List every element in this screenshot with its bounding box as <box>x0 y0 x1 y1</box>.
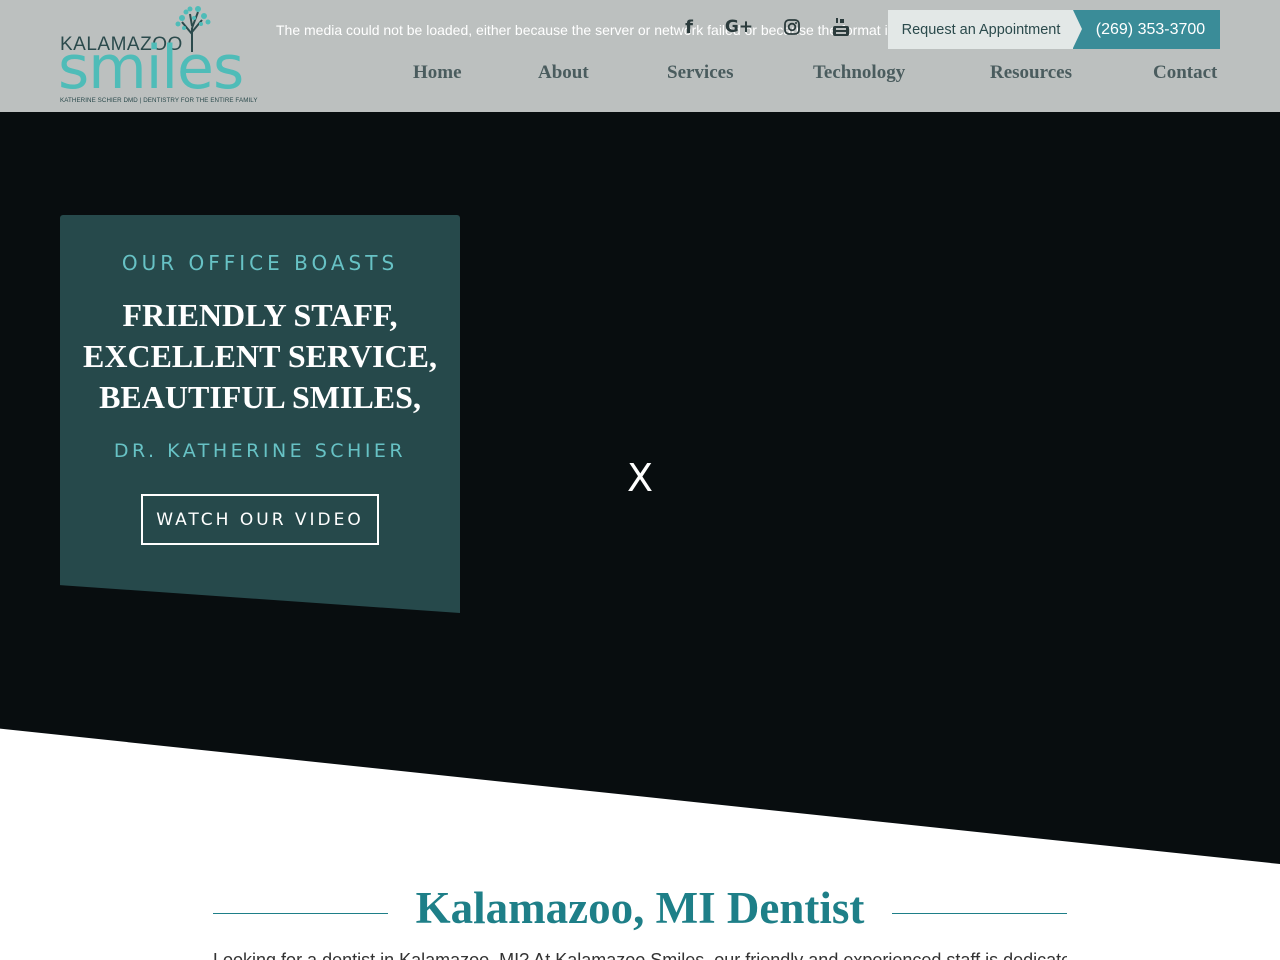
hero-doctor-name: DR. KATHERINE SCHIER <box>113 440 407 462</box>
youtube-icon[interactable] <box>832 16 850 38</box>
facebook-icon[interactable]: f <box>680 16 698 38</box>
hero-headline-line: FRIENDLY STAFF, <box>122 297 398 333</box>
nav-item-services[interactable]: Services <box>667 62 733 88</box>
nav-item-technology[interactable]: Technology <box>813 62 905 88</box>
site-header: KALAMAZOO smiles KATHERINE SCHIER DMD | … <box>0 0 1280 112</box>
hero-headline: FRIENDLY STAFF, EXCELLENT SERVICE, BEAUT… <box>60 295 460 418</box>
section-title: Kalamazoo, MI Dentist <box>415 883 865 933</box>
hero-eyebrow: OUR OFFICE BOASTS <box>121 251 399 275</box>
title-rule-right <box>892 913 1067 914</box>
instagram-glyph <box>784 19 800 35</box>
google-plus-icon[interactable]: G+ <box>725 16 753 38</box>
hero-headline-line: BEAUTIFUL SMILES, <box>99 379 421 415</box>
nav-item-home[interactable]: Home <box>413 62 462 88</box>
hero-card: OUR OFFICE BOASTS FRIENDLY STAFF, EXCELL… <box>60 215 460 613</box>
youtube-glyph <box>833 18 849 36</box>
title-rule-left <box>213 913 388 914</box>
hero-headline-line: EXCELLENT SERVICE, <box>83 338 437 374</box>
request-appointment-button[interactable]: Request an Appointment <box>888 10 1074 49</box>
nav-item-resources[interactable]: Resources <box>990 62 1072 88</box>
logo-tagline: KATHERINE SCHIER DMD | DENTISTRY FOR THE… <box>60 97 258 104</box>
logo-wordmark-main: smiles <box>58 33 244 103</box>
nav-item-about[interactable]: About <box>538 62 589 88</box>
close-icon[interactable]: X <box>620 456 660 500</box>
intro-paragraph: Looking for a dentist in Kalamazoo, MI? … <box>213 950 1067 960</box>
watch-video-button[interactable]: WATCH OUR VIDEO <box>141 494 379 545</box>
nav-item-contact[interactable]: Contact <box>1153 62 1217 88</box>
phone-button[interactable]: (269) 353-3700 <box>1073 10 1220 49</box>
phone-button-arrow <box>1073 10 1082 48</box>
instagram-icon[interactable] <box>783 16 801 38</box>
site-logo[interactable]: KALAMAZOO smiles KATHERINE SCHIER DMD | … <box>58 6 260 108</box>
